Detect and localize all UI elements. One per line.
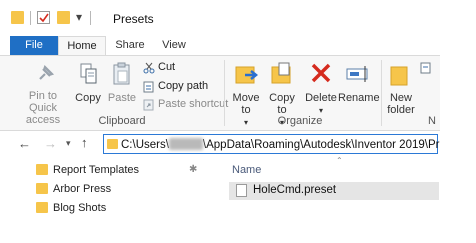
move-to-icon[interactable] — [235, 61, 259, 90]
new-item-icon[interactable] — [420, 62, 432, 77]
ribbon-tabs: File Home Share View — [0, 36, 476, 55]
folder-icon — [36, 202, 48, 213]
navigation-pane: Report Templates ✱ Arbor Press Blog Shot… — [0, 157, 218, 240]
navigation-bar: ← → ▾ ↑ C:\Users\ \AppData\Roaming\Autode… — [0, 131, 476, 157]
move-to-label: Move to — [232, 92, 260, 116]
new-folder-icon[interactable] — [390, 63, 410, 90]
title-bar: ▾ Presets — [0, 0, 476, 36]
redacted-username — [168, 138, 203, 150]
file-name: HoleCmd.preset — [253, 184, 337, 196]
up-icon[interactable]: ↑ — [81, 135, 88, 150]
ribbon: Pin to Quick access Copy Paste Cut Copy … — [0, 55, 476, 131]
address-bar[interactable]: C:\Users\ \AppData\Roaming\Autodesk\Inven… — [103, 134, 467, 154]
copy-path-label: Copy path — [158, 80, 209, 92]
divider — [90, 11, 91, 25]
folder-icon — [36, 183, 48, 194]
pin-to-quick-access-button[interactable]: Pin to Quick access — [14, 90, 72, 126]
nav-item-label: Blog Shots — [53, 202, 107, 214]
divider — [30, 11, 31, 25]
copy-icon[interactable] — [80, 63, 98, 88]
folder-icon — [107, 139, 118, 149]
scissors-icon — [143, 62, 155, 74]
tab-view[interactable]: View — [154, 36, 194, 55]
divider — [381, 60, 382, 126]
folder-icon — [11, 11, 24, 24]
clipboard-group-label: Clipboard — [98, 115, 146, 127]
path-prefix: C:\Users\ — [121, 139, 169, 151]
move-to-button[interactable]: Move to ▾ — [229, 92, 263, 129]
chevron-down-icon: ▾ — [243, 118, 248, 127]
column-header-name[interactable]: Name — [232, 164, 261, 176]
copy-to-label: Copy to — [269, 92, 295, 116]
sort-indicator-icon: ⌃ — [336, 156, 343, 165]
customize-toolbar-icon[interactable]: ▾ — [76, 10, 82, 24]
tab-home[interactable]: Home — [58, 36, 106, 55]
back-icon[interactable]: ← — [18, 136, 31, 151]
torn-edge — [440, 0, 476, 240]
folder-icon — [36, 164, 48, 175]
divider — [224, 60, 225, 126]
paste-icon[interactable] — [112, 62, 132, 89]
paste-shortcut-icon — [143, 99, 154, 111]
window-title: Presets — [113, 12, 154, 26]
properties-icon[interactable] — [37, 11, 50, 24]
recent-locations-icon[interactable]: ▾ — [66, 138, 71, 149]
file-list: ⌃ Name HoleCmd.preset — [218, 156, 476, 240]
tab-share[interactable]: Share — [110, 36, 150, 55]
copy-button[interactable]: Copy — [74, 92, 102, 104]
delete-button[interactable]: Delete ▾ — [303, 92, 339, 117]
copy-path-icon — [143, 81, 154, 93]
chevron-down-icon: ▾ — [318, 106, 323, 115]
rename-button[interactable]: Rename — [338, 92, 380, 104]
nav-item-report-templates[interactable]: Report Templates ✱ — [36, 161, 206, 179]
nav-item-label: Report Templates — [53, 164, 140, 176]
new-folder-icon[interactable] — [57, 11, 70, 24]
organize-group-label: Organize — [277, 115, 323, 127]
file-row[interactable]: HoleCmd.preset — [229, 182, 439, 200]
delete-label: Delete — [305, 92, 337, 104]
forward-icon[interactable]: → — [44, 136, 57, 151]
pin-icon[interactable]: ✱ — [189, 161, 197, 179]
delete-icon[interactable] — [310, 62, 332, 87]
copy-to-icon[interactable] — [271, 61, 295, 90]
new-folder-button[interactable]: New folder — [384, 92, 418, 116]
address-path: C:\Users\ \AppData\Roaming\Autodesk\Inven… — [121, 138, 467, 151]
pin-icon[interactable] — [34, 63, 56, 88]
tab-file[interactable]: File — [10, 36, 58, 55]
file-icon — [236, 184, 247, 197]
path-suffix: \AppData\Roaming\Autodesk\Inventor 2019\… — [202, 139, 467, 151]
paste-shortcut-label: Paste shortcut — [158, 98, 229, 110]
new-group-label: N — [428, 115, 436, 127]
cut-label: Cut — [158, 61, 176, 73]
rename-icon[interactable] — [346, 64, 372, 87]
paste-button[interactable]: Paste — [107, 92, 137, 104]
nav-item-label: Arbor Press — [53, 183, 112, 195]
